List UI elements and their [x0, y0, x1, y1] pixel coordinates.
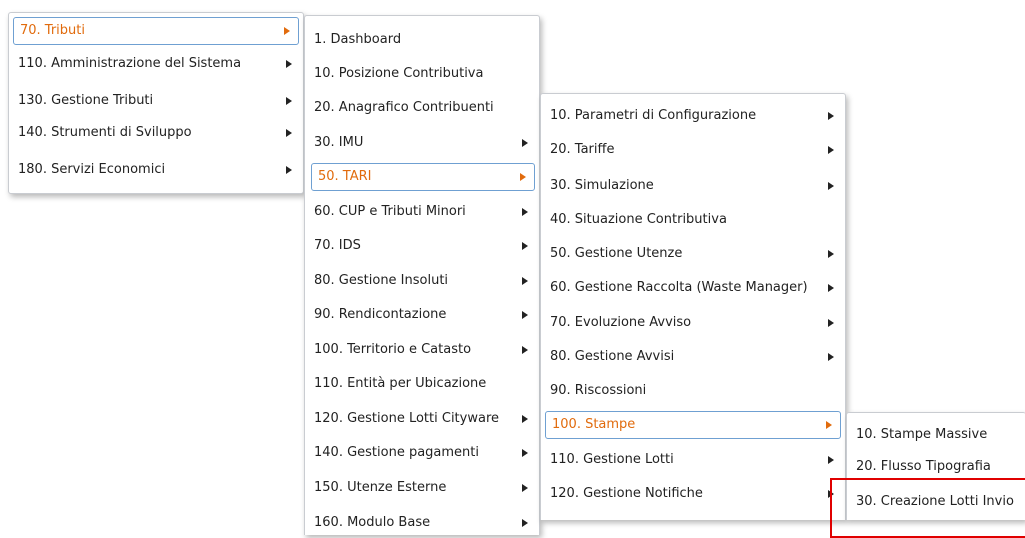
- menu-item-label: 180. Servizi Economici: [18, 162, 166, 177]
- menu-item-label: 40. Situazione Contributiva: [550, 212, 727, 227]
- menu-item-label: 10. Parametri di Configurazione: [550, 108, 757, 123]
- menu-item-parametri-configurazione[interactable]: 10. Parametri di Configurazione: [543, 102, 843, 130]
- submenu-arrow-icon: [828, 112, 834, 120]
- menu-item-ids[interactable]: 70. IDS: [307, 232, 537, 260]
- menu-item-gestione-lotti-cityware[interactable]: 120. Gestione Lotti Cityware: [307, 405, 537, 433]
- menu-item-utenze-esterne[interactable]: 150. Utenze Esterne: [307, 474, 537, 502]
- menu-item-label: 120. Gestione Lotti Cityware: [314, 411, 499, 426]
- menu-item-label: 50. TARI: [318, 169, 372, 184]
- submenu-arrow-icon: [522, 311, 528, 319]
- menu-item-label: 90. Riscossioni: [550, 383, 647, 398]
- submenu-arrow-icon: [826, 421, 832, 429]
- menu-item-label: 60. CUP e Tributi Minori: [314, 204, 466, 219]
- submenu-arrow-icon: [284, 27, 290, 35]
- menu-item-label: 10. Posizione Contributiva: [314, 66, 484, 81]
- menu-item-label: 30. Simulazione: [550, 178, 654, 193]
- menu-item-flusso-tipografia[interactable]: 20. Flusso Tipografia: [849, 453, 1024, 481]
- submenu-arrow-icon: [522, 139, 528, 147]
- menu-item-label: 60. Gestione Raccolta (Waste Manager): [550, 280, 808, 295]
- menu-item-label: 160. Modulo Base: [314, 515, 431, 530]
- menu-item-label: 80. Gestione Insoluti: [314, 273, 449, 288]
- menu-item-label: 30. IMU: [314, 135, 364, 150]
- menu-item-gestione-pagamenti[interactable]: 140. Gestione pagamenti: [307, 439, 537, 467]
- menu-level3: 10. Parametri di Configurazione 20. Tari…: [540, 93, 846, 520]
- menu-item-label: 20. Anagrafico Contribuenti: [314, 100, 494, 115]
- menu-item-posizione-contributiva[interactable]: 10. Posizione Contributiva: [307, 60, 537, 88]
- menu-item-label: 70. Tributi: [20, 23, 85, 38]
- menu-level2: 1. Dashboard 10. Posizione Contributiva …: [304, 15, 540, 535]
- menu-item-label: 150. Utenze Esterne: [314, 480, 447, 495]
- submenu-arrow-icon: [286, 97, 292, 105]
- menu-item-label: 10. Stampe Massive: [856, 427, 988, 442]
- submenu-arrow-icon: [522, 415, 528, 423]
- menu-item-simulazione[interactable]: 30. Simulazione: [543, 172, 843, 200]
- submenu-arrow-icon: [828, 182, 834, 190]
- menu-item-label: 110. Amministrazione del Sistema: [18, 56, 242, 71]
- menu-item-label: 100. Stampe: [552, 417, 636, 432]
- highlight-box: [830, 478, 1025, 538]
- menu-item-label: 120. Gestione Notifiche: [550, 486, 703, 501]
- menu-item-situazione-contributiva[interactable]: 40. Situazione Contributiva: [543, 206, 843, 234]
- menu-item-gestione-lotti[interactable]: 110. Gestione Lotti: [543, 446, 843, 474]
- menu-item-label: 20. Flusso Tipografia: [856, 459, 991, 474]
- menu-item-servizi-economici[interactable]: 180. Servizi Economici: [11, 156, 301, 184]
- submenu-arrow-icon: [522, 208, 528, 216]
- menu-item-amministrazione-sistema[interactable]: 110. Amministrazione del Sistema: [11, 50, 301, 78]
- menu-item-tari[interactable]: 50. TARI: [311, 163, 535, 191]
- menu-item-gestione-utenze[interactable]: 50. Gestione Utenze: [543, 240, 843, 268]
- menu-item-rendicontazione[interactable]: 90. Rendicontazione: [307, 301, 537, 329]
- submenu-arrow-icon: [828, 146, 834, 154]
- menu-item-label: 1. Dashboard: [314, 32, 402, 47]
- menu-item-territorio-catasto[interactable]: 100. Territorio e Catasto: [307, 336, 537, 364]
- submenu-arrow-icon: [522, 519, 528, 527]
- menu-item-modulo-base[interactable]: 160. Modulo Base: [307, 509, 537, 537]
- menu-item-gestione-tributi[interactable]: 130. Gestione Tributi: [11, 87, 301, 115]
- menu-item-entita-ubicazione[interactable]: 110. Entità per Ubicazione: [307, 370, 537, 398]
- menu-item-gestione-raccolta[interactable]: 60. Gestione Raccolta (Waste Manager): [543, 274, 843, 302]
- menu-item-tributi[interactable]: 70. Tributi: [13, 17, 299, 45]
- menu-item-riscossioni[interactable]: 90. Riscossioni: [543, 377, 843, 405]
- menu-item-label: 100. Territorio e Catasto: [314, 342, 472, 357]
- submenu-arrow-icon: [828, 319, 834, 327]
- menu-item-label: 90. Rendicontazione: [314, 307, 447, 322]
- submenu-arrow-icon: [522, 346, 528, 354]
- menu-item-label: 50. Gestione Utenze: [550, 246, 683, 261]
- menu-item-stampe-massive[interactable]: 10. Stampe Massive: [849, 421, 1024, 449]
- menu-item-dashboard[interactable]: 1. Dashboard: [307, 26, 537, 54]
- menu-item-label: 110. Gestione Lotti: [550, 452, 674, 467]
- menu-item-gestione-insoluti[interactable]: 80. Gestione Insoluti: [307, 267, 537, 295]
- menu-item-strumenti-sviluppo[interactable]: 140. Strumenti di Sviluppo: [11, 119, 301, 147]
- menu-item-tariffe[interactable]: 20. Tariffe: [543, 136, 843, 164]
- submenu-arrow-icon: [522, 449, 528, 457]
- menu-item-label: 70. IDS: [314, 238, 361, 253]
- menu-item-label: 70. Evoluzione Avviso: [550, 315, 692, 330]
- menu-item-label: 140. Strumenti di Sviluppo: [18, 125, 192, 140]
- menu-item-label: 140. Gestione pagamenti: [314, 445, 480, 460]
- submenu-arrow-icon: [828, 250, 834, 258]
- menu-item-evoluzione-avviso[interactable]: 70. Evoluzione Avviso: [543, 309, 843, 337]
- submenu-arrow-icon: [522, 242, 528, 250]
- submenu-arrow-icon: [286, 166, 292, 174]
- menu-item-cup-tributi-minori[interactable]: 60. CUP e Tributi Minori: [307, 198, 537, 226]
- menu-item-stampe[interactable]: 100. Stampe: [545, 411, 841, 439]
- submenu-arrow-icon: [520, 173, 526, 181]
- submenu-arrow-icon: [286, 129, 292, 137]
- menu-item-imu[interactable]: 30. IMU: [307, 129, 537, 157]
- menu-item-gestione-avvisi[interactable]: 80. Gestione Avvisi: [543, 343, 843, 371]
- menu-item-label: 20. Tariffe: [550, 142, 615, 157]
- menu-item-label: 80. Gestione Avvisi: [550, 349, 675, 364]
- submenu-arrow-icon: [522, 277, 528, 285]
- menu-item-gestione-notifiche[interactable]: 120. Gestione Notifiche: [543, 480, 843, 508]
- submenu-arrow-icon: [828, 353, 834, 361]
- menu-item-label: 110. Entità per Ubicazione: [314, 376, 487, 391]
- submenu-arrow-icon: [522, 484, 528, 492]
- submenu-arrow-icon: [828, 456, 834, 464]
- menu-level1: 70. Tributi 110. Amministrazione del Sis…: [8, 12, 304, 194]
- menu-item-label: 130. Gestione Tributi: [18, 93, 154, 108]
- menu-item-anagrafico-contribuenti[interactable]: 20. Anagrafico Contribuenti: [307, 94, 537, 122]
- submenu-arrow-icon: [828, 284, 834, 292]
- submenu-arrow-icon: [286, 60, 292, 68]
